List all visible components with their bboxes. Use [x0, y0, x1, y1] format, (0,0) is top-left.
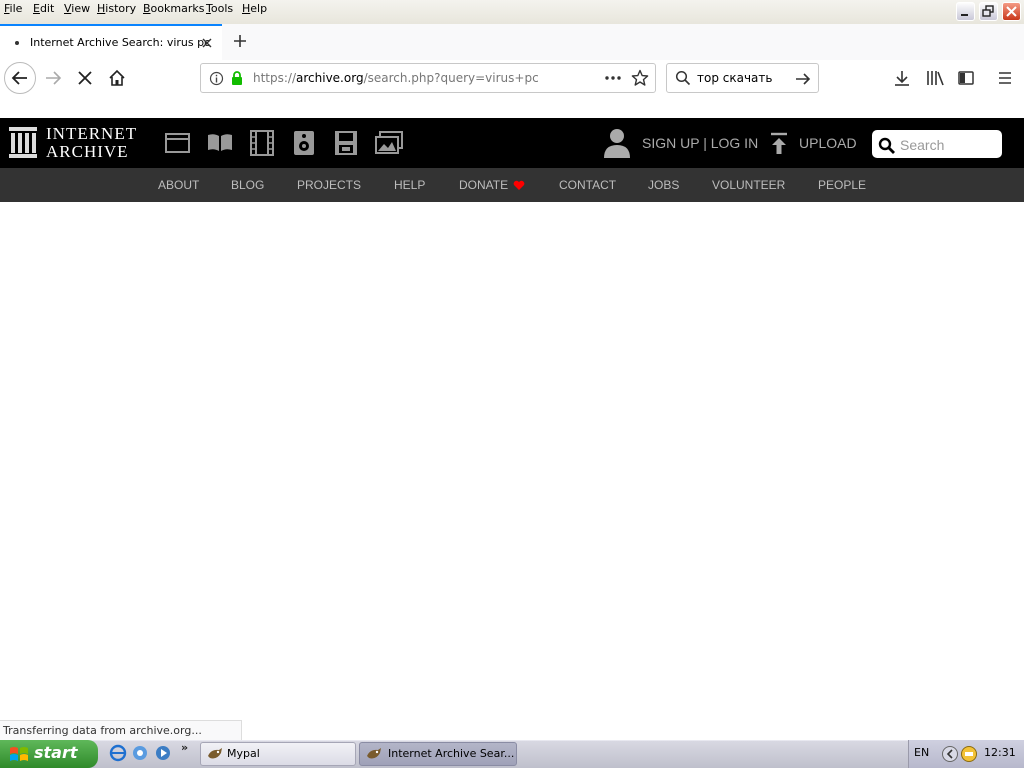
menu-help[interactable]: Help [242, 2, 267, 15]
nav-contact[interactable]: CONTACT [559, 178, 616, 192]
status-text: Transferring data from archive.org... [3, 724, 202, 737]
ie-icon[interactable] [109, 744, 127, 762]
nav-projects[interactable]: PROJECTS [297, 178, 361, 192]
lock-icon [232, 71, 242, 85]
menu-bar: File Edit View History Bookmarks Tools H… [0, 0, 1024, 24]
page-actions-icon[interactable] [603, 72, 623, 84]
software-icon[interactable] [334, 130, 358, 156]
system-tray: EN 12:31 [908, 740, 1024, 768]
quicklaunch-more-icon[interactable]: » [181, 741, 188, 754]
nav-help[interactable]: HELP [394, 178, 425, 192]
upload-link[interactable]: UPLOAD [799, 135, 857, 151]
ia-search-icon [878, 137, 895, 154]
menu-bookmarks[interactable]: Bookmarks [143, 2, 204, 15]
heart-icon [513, 180, 525, 190]
network-icon[interactable] [960, 745, 978, 763]
status-panel: Transferring data from archive.org... [0, 720, 242, 740]
images-icon[interactable] [375, 131, 403, 155]
sidebar-icon[interactable] [957, 69, 975, 87]
browser-search-input[interactable]: тор скачать [697, 71, 772, 85]
new-tab-button[interactable] [232, 33, 248, 49]
ia-search-input[interactable]: Search [900, 137, 944, 153]
windows-logo-icon [10, 747, 28, 761]
tab-close-icon[interactable] [200, 36, 214, 50]
close-window-button[interactable] [1002, 2, 1021, 21]
video-icon[interactable] [250, 130, 274, 156]
hamburger-menu-icon[interactable] [997, 69, 1013, 87]
mypal-icon [367, 748, 381, 759]
library-icon[interactable] [925, 69, 945, 87]
search-icon [675, 70, 691, 86]
clock[interactable]: 12:31 [984, 746, 1016, 759]
menu-history[interactable]: History [97, 2, 136, 15]
taskbar-item-label: Internet Archive Sear... [388, 747, 515, 760]
browser-search-bar[interactable]: тор скачать [666, 63, 819, 93]
taskbar-item-internet-archive[interactable]: Internet Archive Sear... [359, 742, 517, 766]
language-indicator[interactable]: EN [914, 746, 929, 759]
menu-edit[interactable]: Edit [33, 2, 54, 15]
minimize-icon [961, 14, 968, 16]
forward-arrow-icon[interactable] [43, 68, 63, 88]
bookmark-star-icon[interactable] [631, 69, 649, 87]
audio-icon[interactable] [293, 130, 315, 156]
url-bar[interactable]: https://archive.org/search.php?query=vir… [200, 63, 656, 93]
explorer-icon[interactable] [131, 744, 149, 762]
restore-icon [982, 5, 994, 17]
home-icon[interactable] [108, 69, 126, 87]
info-icon[interactable] [209, 71, 224, 86]
media-player-icon[interactable] [154, 744, 172, 762]
ia-logo-line1[interactable]: INTERNET [46, 125, 137, 142]
texts-icon[interactable] [207, 132, 233, 154]
ia-logo-line2[interactable]: ARCHIVE [46, 143, 129, 160]
nav-about[interactable]: ABOUT [158, 178, 199, 192]
back-arrow-icon [11, 71, 27, 85]
tray-expand-icon[interactable] [941, 745, 959, 763]
tab-loading-dot [15, 41, 19, 45]
taskbar-item-mypal[interactable]: Mypal [200, 742, 356, 766]
ia-search-box[interactable]: Search [872, 130, 1002, 158]
start-button[interactable]: start [0, 740, 98, 768]
start-label: start [34, 743, 78, 762]
ia-logo-icon[interactable] [9, 127, 39, 159]
ia-top-bar: INTERNET ARCHIVE SIGN UP | LOG IN UPLOAD… [0, 118, 1024, 168]
nav-people[interactable]: PEOPLE [818, 178, 866, 192]
search-go-icon[interactable] [794, 70, 812, 88]
mypal-icon [208, 748, 222, 759]
menu-view[interactable]: View [64, 2, 90, 15]
nav-donate[interactable]: DONATE [459, 178, 508, 192]
tab-title: Internet Archive Search: virus pc [30, 36, 211, 49]
stop-icon[interactable] [76, 69, 94, 87]
user-icon[interactable] [603, 127, 631, 159]
menu-file[interactable]: File [4, 2, 22, 15]
minimize-button[interactable] [956, 2, 975, 21]
menu-tools[interactable]: Tools [206, 2, 233, 15]
taskbar-item-label: Mypal [227, 747, 260, 760]
signup-login-link[interactable]: SIGN UP | LOG IN [642, 135, 758, 151]
tab-active[interactable]: Internet Archive Search: virus pc [0, 24, 222, 60]
url-text[interactable]: https://archive.org/search.php?query=vir… [253, 71, 539, 85]
back-button[interactable] [4, 62, 36, 94]
downloads-icon[interactable] [893, 69, 911, 87]
nav-blog[interactable]: BLOG [231, 178, 264, 192]
restore-button[interactable] [979, 2, 998, 21]
ia-nav-bar [0, 168, 1024, 202]
nav-jobs[interactable]: JOBS [648, 178, 679, 192]
close-icon [1006, 6, 1017, 17]
upload-icon[interactable] [769, 132, 789, 156]
web-icon[interactable] [165, 132, 191, 154]
nav-volunteer[interactable]: VOLUNTEER [712, 178, 785, 192]
